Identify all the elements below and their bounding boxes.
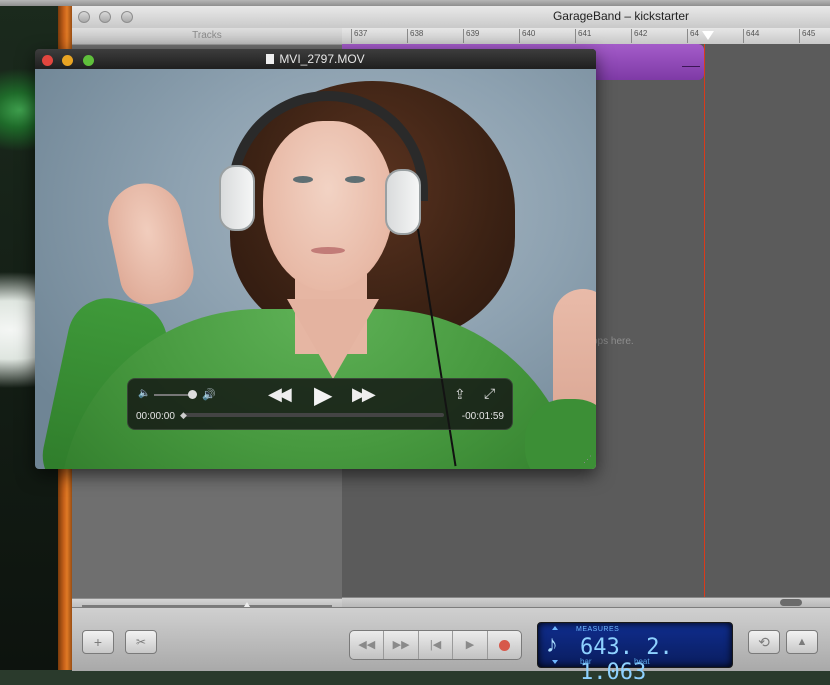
drop-hint-text: ops here. bbox=[592, 336, 634, 347]
time-elapsed: 00:00:00 bbox=[136, 411, 175, 422]
video-person-vneck bbox=[287, 299, 379, 379]
add-track-button[interactable]: + bbox=[82, 630, 114, 654]
scrollbar-thumb[interactable] bbox=[780, 599, 802, 606]
quicktime-window: MVI_2797.MOV 🔈 🔊 ◀◀ ▶ ▶▶ ⇪ ⤢ 00:00:00 ◆ … bbox=[35, 49, 596, 469]
resize-grip-icon[interactable]: ⋰ bbox=[583, 454, 592, 465]
ruler-tick: 64 bbox=[687, 29, 699, 43]
quicktime-title: MVI_2797.MOV bbox=[35, 52, 596, 66]
headphones-left-cup bbox=[219, 165, 255, 231]
window-title: GarageBand – kickstarter bbox=[552, 9, 690, 23]
transport-controls: ◀◀ ▶▶ |◀ ▶ bbox=[349, 630, 522, 660]
fast-forward-button[interactable]: ▶▶ bbox=[352, 384, 376, 405]
playhead-marker[interactable] bbox=[702, 31, 714, 40]
lcd-position-value: 643. 2. 1.063 bbox=[580, 635, 673, 685]
ruler-tick: 638 bbox=[406, 29, 424, 43]
volume-slider-knob[interactable] bbox=[188, 390, 197, 399]
ruler-tick: 644 bbox=[742, 29, 760, 43]
video-person-left-hand bbox=[101, 176, 199, 310]
share-icon[interactable]: ⇪ bbox=[454, 386, 466, 403]
tracks-header: Tracks bbox=[72, 28, 342, 45]
play-button[interactable]: ▶ bbox=[453, 631, 488, 659]
garageband-titlebar[interactable]: GarageBand – kickstarter bbox=[72, 6, 830, 29]
quicktime-titlebar[interactable]: MVI_2797.MOV bbox=[35, 49, 596, 70]
lcd-mode-down-icon[interactable] bbox=[552, 660, 558, 664]
ruler-tick: 642 bbox=[630, 29, 648, 43]
volume-high-icon[interactable]: 🔊 bbox=[202, 388, 216, 401]
time-remaining: -00:01:59 bbox=[461, 411, 504, 422]
rewind-button[interactable]: ◀◀ bbox=[350, 631, 385, 659]
record-button[interactable] bbox=[488, 631, 521, 659]
ruler-tick: 637 bbox=[350, 29, 368, 43]
video-frame[interactable]: 🔈 🔊 ◀◀ ▶ ▶▶ ⇪ ⤢ 00:00:00 ◆ -00:01:59 ⋰ bbox=[35, 69, 596, 469]
lcd-display[interactable]: MEASURES ♪ 643. 2. 1.063 bar beat bbox=[537, 622, 733, 685]
cycle-button[interactable]: ⟲ bbox=[748, 630, 780, 654]
go-to-start-button[interactable]: |◀ bbox=[419, 631, 454, 659]
ruler-tick: 640 bbox=[518, 29, 536, 43]
movie-file-name: MVI_2797.MOV bbox=[279, 52, 365, 66]
fast-forward-button[interactable]: ▶▶ bbox=[384, 631, 419, 659]
scissors-icon[interactable]: ✂ bbox=[125, 630, 157, 654]
music-note-icon: ♪ bbox=[546, 631, 558, 658]
scrubber-knob-icon[interactable]: ◆ bbox=[180, 410, 187, 421]
fullscreen-icon[interactable]: ⤢ bbox=[484, 385, 495, 402]
playback-controls-hud: 🔈 🔊 ◀◀ ▶ ▶▶ ⇪ ⤢ 00:00:00 ◆ -00:01:59 bbox=[127, 378, 513, 430]
garageband-toolbar: + ✂ ◀◀ ▶▶ |◀ ▶ MEASURES ♪ 643. 2. 1.063 … bbox=[72, 607, 830, 685]
close-button[interactable] bbox=[78, 11, 90, 23]
playhead-line bbox=[704, 44, 705, 604]
video-person-mouth bbox=[311, 247, 345, 254]
record-icon bbox=[498, 639, 510, 651]
minimize-button[interactable] bbox=[99, 11, 112, 23]
zoom-button[interactable] bbox=[120, 11, 133, 23]
lcd-bar-label: bar bbox=[580, 657, 592, 666]
timeline-ruler[interactable]: 637 638 639 640 641 642 64 644 645 bbox=[342, 28, 830, 45]
metronome-button[interactable]: ▲ bbox=[786, 630, 818, 654]
play-button[interactable]: ▶ bbox=[314, 381, 332, 410]
volume-low-icon[interactable]: 🔈 bbox=[138, 388, 150, 399]
scrubber-bar[interactable] bbox=[184, 413, 444, 417]
garageband-window-controls bbox=[78, 10, 138, 28]
lcd-mode-label: MEASURES bbox=[576, 626, 620, 633]
ruler-tick: 641 bbox=[574, 29, 592, 43]
lcd-beat-label: beat bbox=[634, 657, 650, 666]
ruler-tick: 645 bbox=[798, 29, 816, 43]
ruler-tick: 639 bbox=[462, 29, 480, 43]
movie-file-icon bbox=[266, 54, 275, 64]
lcd-mode-up-icon[interactable] bbox=[552, 626, 558, 630]
headphones-right-cup bbox=[385, 169, 421, 235]
rewind-button[interactable]: ◀◀ bbox=[268, 384, 292, 405]
